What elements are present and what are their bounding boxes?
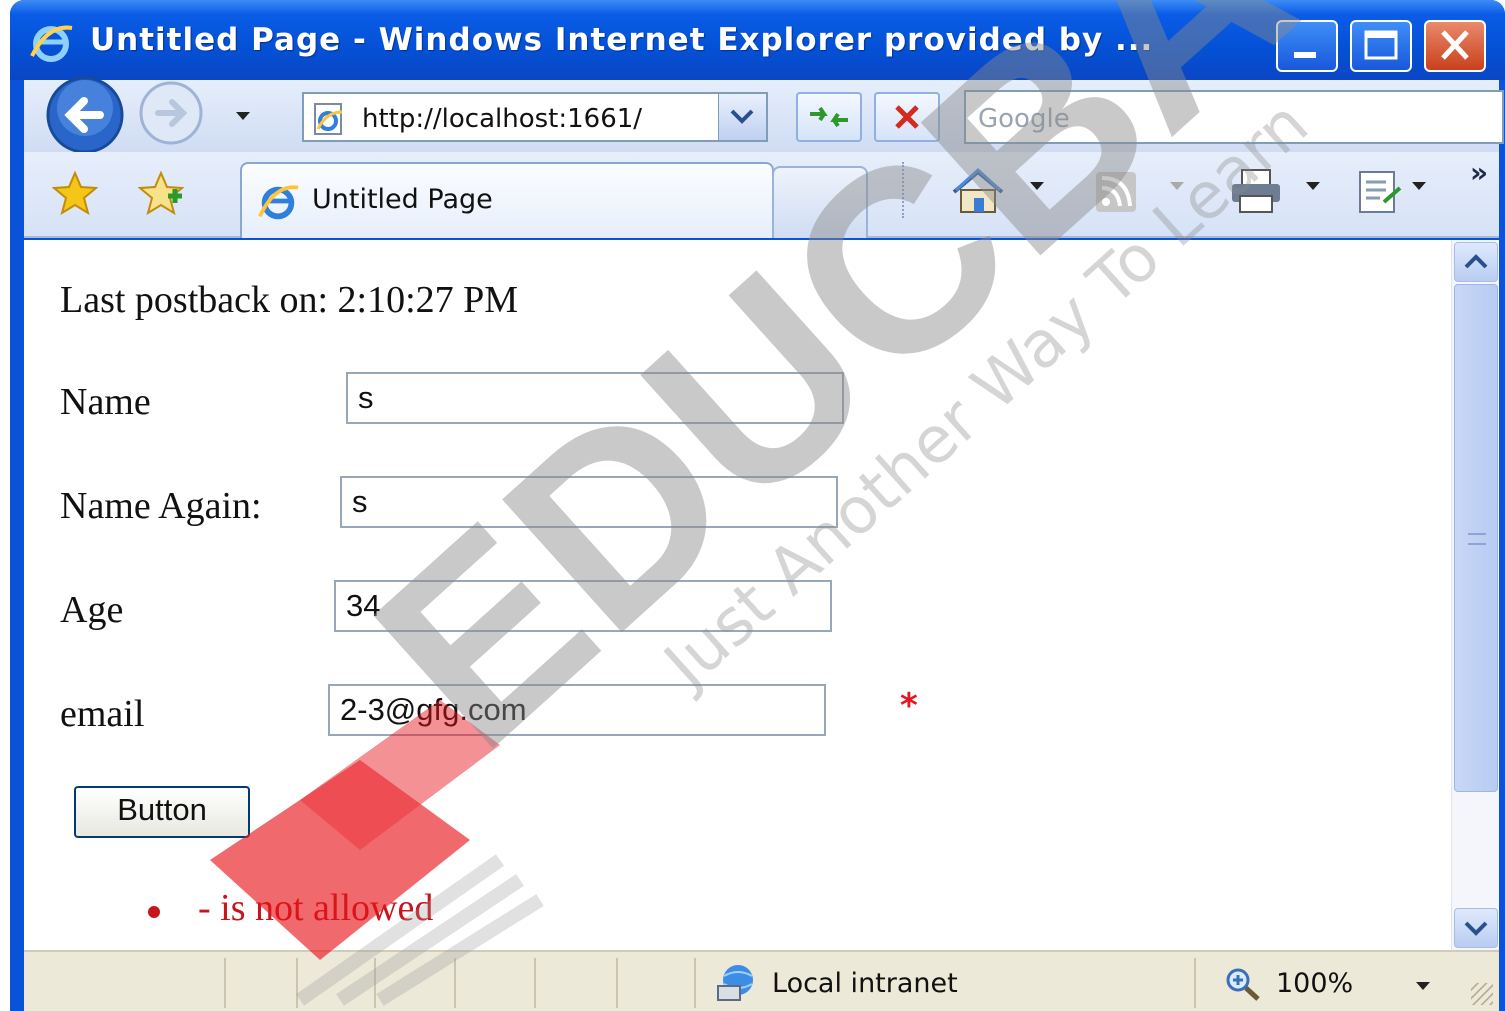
email-input[interactable]: 2-3@gfg.com [328,684,826,736]
email-validator-marker: * [900,686,918,726]
minimize-button[interactable] [1276,20,1338,72]
favorites-star-icon[interactable] [52,170,98,216]
status-divider [534,958,536,1008]
name-again-input[interactable]: s [340,476,838,528]
email-label: email [60,693,145,735]
toolbar-separator [902,162,904,218]
name-label: Name [60,381,151,423]
tab-bar: Untitled Page » [24,152,1499,238]
ie-logo-icon [258,185,299,220]
resize-grip-icon[interactable] [1471,983,1493,1005]
bullet-icon [148,906,160,918]
search-placeholder: Google [978,104,1070,134]
print-icon[interactable] [1226,166,1286,216]
vertical-scrollbar[interactable] [1451,240,1499,950]
back-button[interactable] [44,74,126,156]
stop-icon [895,105,919,129]
refresh-button[interactable] [796,92,862,142]
page-icon [314,103,343,135]
page-content: Last postback on: 2:10:27 PM Name s Name… [24,240,1499,950]
close-button[interactable] [1424,20,1486,72]
tab-untitled-page[interactable]: Untitled Page [240,162,774,238]
validation-message: - is not allowed [198,887,434,929]
address-text: http://localhost:1661/ [362,104,643,134]
scroll-thumb[interactable] [1454,284,1498,792]
forward-button[interactable] [136,78,206,148]
close-icon [1441,30,1469,60]
page-menu-icon[interactable] [1354,166,1408,216]
name-input[interactable]: s [346,372,844,424]
age-label: Age [60,589,124,631]
status-divider [694,958,696,1008]
zoom-icon[interactable] [1224,966,1262,1002]
status-divider [616,958,618,1008]
chevron-up-icon [1464,254,1488,269]
ie-logo-icon [30,25,73,62]
print-dropdown[interactable] [1306,182,1320,190]
home-icon[interactable] [948,166,1008,216]
window-title: Untitled Page - Windows Internet Explore… [90,22,1154,58]
zoom-dropdown[interactable] [1416,982,1430,990]
status-divider [454,958,456,1008]
recent-pages-dropdown[interactable] [236,112,250,120]
navigation-bar: http://localhost:1661/ Google [24,76,1504,154]
refresh-icon [810,106,848,128]
security-zone-label: Local intranet [772,968,958,999]
grip-icon [1468,533,1486,545]
more-commands-button[interactable]: » [1470,156,1488,189]
chevron-down-icon [730,109,754,124]
scroll-down-button[interactable] [1454,908,1498,948]
feeds-dropdown[interactable] [1170,182,1184,190]
rss-feeds-icon[interactable] [1090,166,1142,216]
new-tab-button[interactable] [772,166,868,238]
address-dropdown-button[interactable] [718,94,766,140]
submit-button[interactable]: Button [74,786,250,838]
status-bar: Local intranet 100% [24,950,1499,1011]
page-dropdown[interactable] [1412,182,1426,190]
age-input[interactable]: 34 [334,580,832,632]
maximize-icon [1364,30,1398,60]
zoom-level[interactable]: 100% [1276,968,1353,999]
search-input[interactable]: Google [964,90,1504,144]
home-dropdown[interactable] [1030,182,1044,190]
add-favorites-icon[interactable] [138,170,184,216]
title-bar[interactable]: Untitled Page - Windows Internet Explore… [10,0,1505,80]
chevron-down-icon [1464,921,1488,936]
intranet-zone-icon [717,965,753,1001]
status-divider [296,958,298,1008]
address-bar[interactable]: http://localhost:1661/ [302,92,768,142]
status-divider [1194,958,1196,1008]
name-again-label: Name Again: [60,485,262,527]
stop-button[interactable] [874,92,940,142]
minimize-icon [1294,52,1316,58]
scroll-up-button[interactable] [1454,242,1498,282]
status-divider [224,958,226,1008]
maximize-button[interactable] [1350,20,1412,72]
postback-label: Last postback on: 2:10:27 PM [60,279,519,321]
status-divider [374,958,376,1008]
browser-window: Untitled Page - Windows Internet Explore… [10,0,1505,1011]
tab-label: Untitled Page [312,184,493,215]
